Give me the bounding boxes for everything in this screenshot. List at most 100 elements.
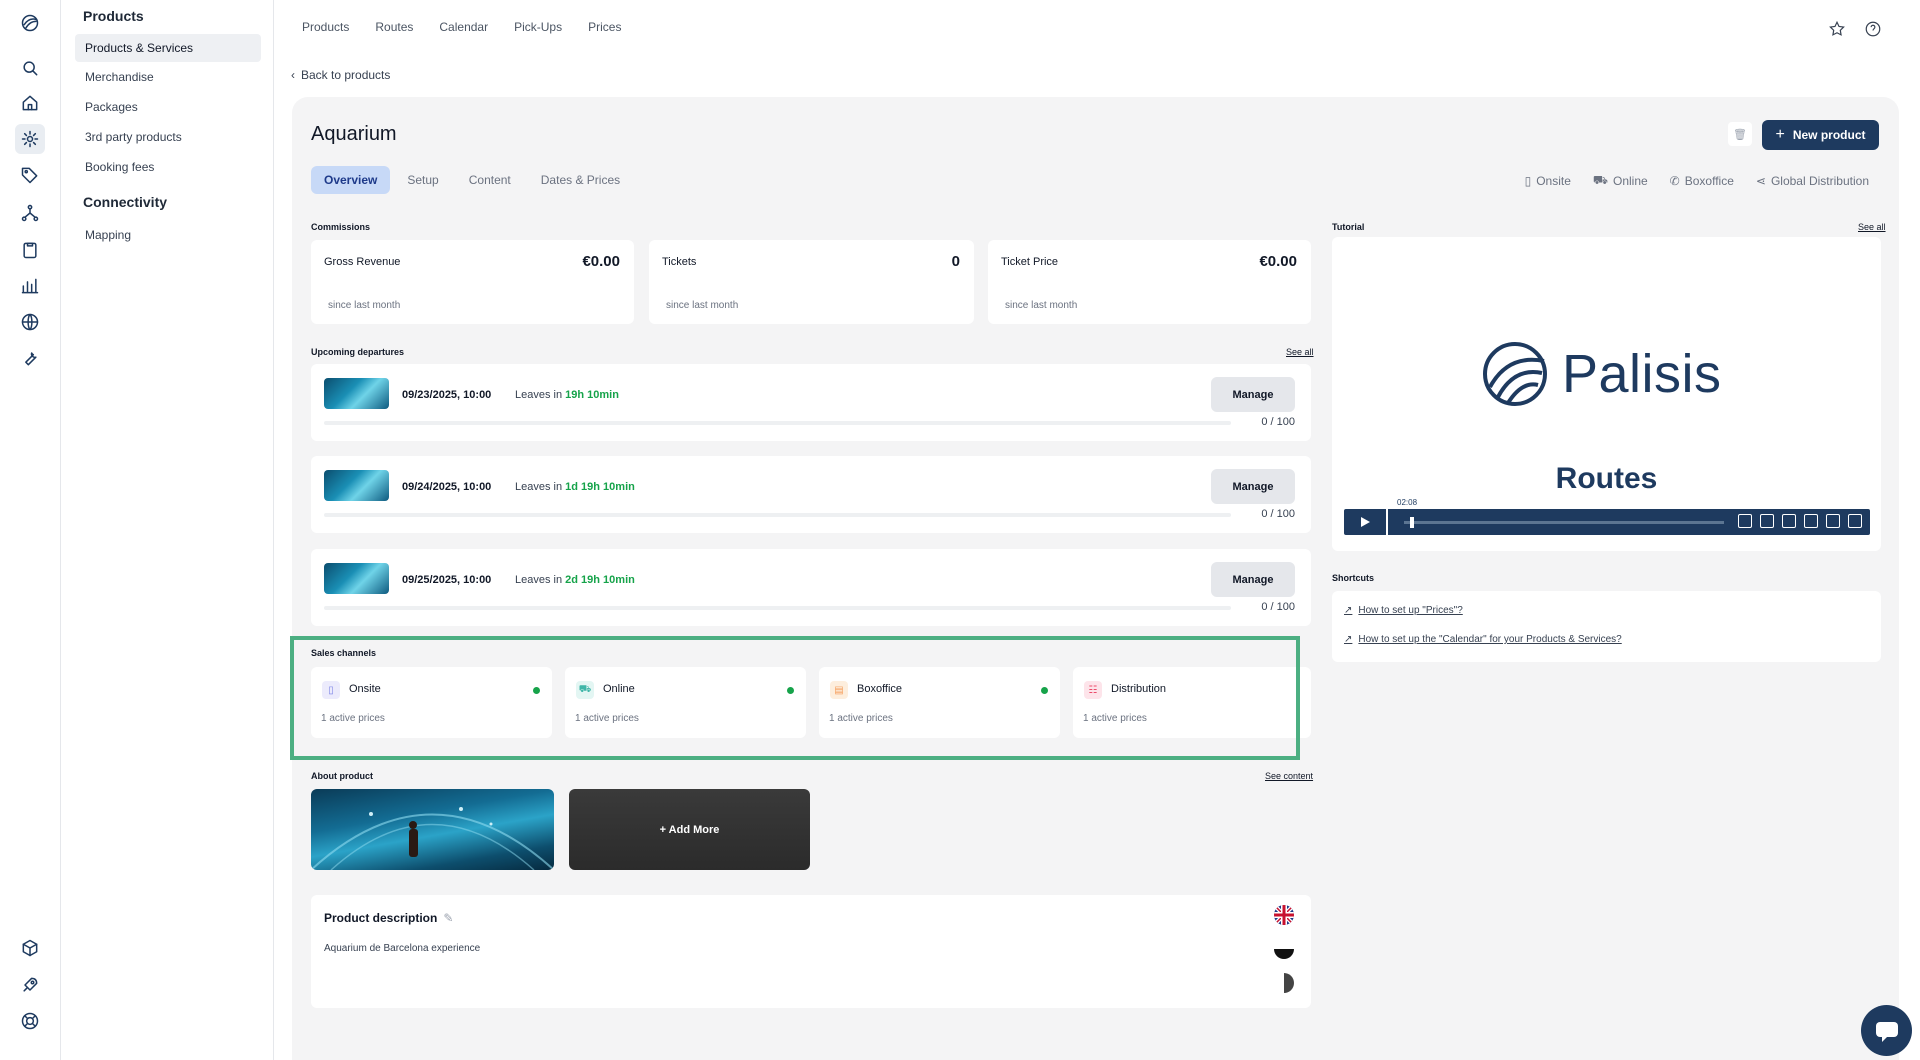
sidebar-section-products: Products (83, 8, 144, 24)
capacity-bar (324, 421, 1231, 425)
channel-card-distribution[interactable]: ☷ Distribution 1 active prices (1073, 667, 1311, 738)
manage-button[interactable]: Manage (1211, 377, 1295, 412)
wrench-icon[interactable] (15, 343, 45, 373)
capacity-bar (324, 513, 1231, 517)
channel-card-online[interactable]: ⛟ Online 1 active prices (565, 667, 806, 738)
shortcut-label: How to set up the "Calendar" for your Pr… (1358, 634, 1622, 645)
tab-content[interactable]: Content (456, 166, 524, 194)
channel-card-boxoffice[interactable]: ▤ Boxoffice 1 active prices (819, 667, 1060, 738)
top-nav: Products Routes Calendar Pick-Ups Prices (302, 20, 621, 34)
play-button[interactable] (1344, 509, 1388, 535)
tutorial-video[interactable]: Palisis Routes 02:08 (1332, 237, 1881, 551)
topnav-pickups[interactable]: Pick-Ups (514, 20, 562, 34)
help-icon[interactable] (1864, 20, 1882, 43)
product-description-card: Product description ✎ Aquarium de Barcel… (311, 895, 1311, 1008)
shortcut-link-calendar[interactable]: ↗ How to set up the "Calendar" for your … (1344, 634, 1622, 645)
cube-icon[interactable] (15, 933, 45, 963)
stat-sub: since last month (1005, 300, 1078, 311)
edit-icon[interactable]: ✎ (443, 911, 453, 925)
chat-button[interactable] (1861, 1005, 1912, 1056)
channel-link-label: Online (1612, 174, 1648, 188)
search-icon[interactable] (15, 53, 45, 83)
star-icon[interactable] (1828, 20, 1846, 43)
channel-count: 1 active prices (1083, 713, 1147, 724)
sidebar-item-merchandise[interactable]: Merchandise (75, 63, 261, 91)
topnav-products[interactable]: Products (302, 20, 349, 34)
stat-name: Tickets (662, 256, 697, 268)
bar-chart-icon[interactable] (15, 271, 45, 301)
gear-icon[interactable] (1782, 514, 1796, 528)
fr-flag-icon[interactable] (1274, 973, 1294, 993)
video-scrubber[interactable] (1404, 517, 1724, 528)
see-content-link[interactable]: See content (1265, 771, 1313, 781)
clipboard-icon[interactable] (15, 235, 45, 265)
tab-dates-prices[interactable]: Dates & Prices (528, 166, 633, 194)
settings-icon[interactable] (15, 124, 45, 154)
topnav-calendar[interactable]: Calendar (439, 20, 488, 34)
de-flag-icon[interactable] (1274, 939, 1294, 959)
channel-name: Boxoffice (857, 683, 903, 695)
video-subtitle: Routes (1555, 462, 1658, 495)
uk-flag-icon[interactable] (1274, 905, 1294, 925)
globe-icon[interactable] (15, 307, 45, 337)
sidebar-item-packages[interactable]: Packages (75, 93, 261, 121)
sidebar-item-products-services[interactable]: Products & Services (75, 34, 261, 62)
tab-overview[interactable]: Overview (311, 166, 391, 194)
device-icon: ▯ (1524, 174, 1532, 188)
video-controls: 02:08 (1344, 498, 1870, 535)
video-progress-knob[interactable] (1410, 517, 1415, 528)
channel-card-onsite[interactable]: ▯ Onsite 1 active prices (311, 667, 552, 738)
manage-button[interactable]: Manage (1211, 469, 1295, 504)
video-time: 02:08 (1395, 498, 1420, 507)
fullscreen-icon[interactable] (1848, 514, 1862, 528)
departures-see-all-link[interactable]: See all (1286, 347, 1314, 357)
channel-count: 1 active prices (575, 713, 639, 724)
topnav-routes[interactable]: Routes (375, 20, 413, 34)
logo-icon[interactable] (15, 8, 45, 38)
trash-icon: 🗑 (1733, 128, 1747, 141)
home-icon[interactable] (15, 88, 45, 118)
channel-link-distribution[interactable]: ⋖ Global Distribution (1756, 173, 1869, 189)
capacity-text: 0 / 100 (1261, 508, 1295, 520)
manage-button[interactable]: Manage (1211, 562, 1295, 597)
shortcut-link-prices[interactable]: ↗ How to set up "Prices"? (1344, 605, 1463, 616)
delete-button[interactable]: 🗑 (1728, 122, 1752, 146)
channel-link-boxoffice[interactable]: ✆ Boxoffice (1670, 173, 1734, 189)
sidebar-item-third-party[interactable]: 3rd party products (75, 123, 261, 151)
network-icon[interactable] (15, 198, 45, 228)
back-link[interactable]: ‹ Back to products (291, 68, 390, 82)
channel-name: Distribution (1111, 683, 1167, 695)
external-link-icon: ↗ (1344, 634, 1353, 645)
departure-row: 09/24/2025, 10:00 Leaves in 1d 19h 10min… (311, 456, 1311, 533)
departure-thumbnail (324, 470, 389, 501)
channel-link-online[interactable]: ⛟ Online (1593, 173, 1648, 189)
departure-thumbnail (324, 563, 389, 594)
sidebar-item-booking-fees[interactable]: Booking fees (75, 153, 261, 181)
pip-icon[interactable] (1826, 514, 1840, 528)
rocket-icon[interactable] (15, 970, 45, 1000)
captions-icon[interactable] (1760, 514, 1774, 528)
tag-icon[interactable] (15, 160, 45, 190)
leaves-prefix: Leaves in (515, 389, 563, 401)
leaves-prefix: Leaves in (515, 574, 563, 586)
stat-card-ticket-price: Ticket Price €0.00 since last month (988, 240, 1311, 324)
page-title: Aquarium (311, 123, 397, 145)
add-more-button[interactable]: + Add More (569, 789, 810, 870)
sidebar-item-mapping[interactable]: Mapping (75, 221, 261, 249)
lifebuoy-icon[interactable] (15, 1006, 45, 1036)
channel-link-onsite[interactable]: ▯ Onsite (1525, 173, 1571, 189)
shortcut-label: How to set up "Prices"? (1358, 605, 1463, 616)
chapters-icon[interactable] (1804, 514, 1818, 528)
departure-date: 09/23/2025, 10:00 (402, 389, 492, 401)
topnav-prices[interactable]: Prices (588, 20, 621, 34)
distribution-icon: ☷ (1084, 681, 1102, 699)
volume-icon[interactable] (1738, 514, 1752, 528)
tutorial-see-all-link[interactable]: See all (1858, 222, 1886, 232)
back-label: Back to products (301, 68, 391, 82)
new-product-button[interactable]: + New product (1762, 120, 1879, 150)
product-image[interactable] (311, 789, 554, 870)
tab-setup[interactable]: Setup (394, 166, 451, 194)
description-title: Product description ✎ (324, 911, 453, 925)
main-panel: Aquarium 🗑 + New product Overview Setup … (292, 97, 1899, 1060)
channel-link-label: Global Distribution (1770, 174, 1869, 188)
